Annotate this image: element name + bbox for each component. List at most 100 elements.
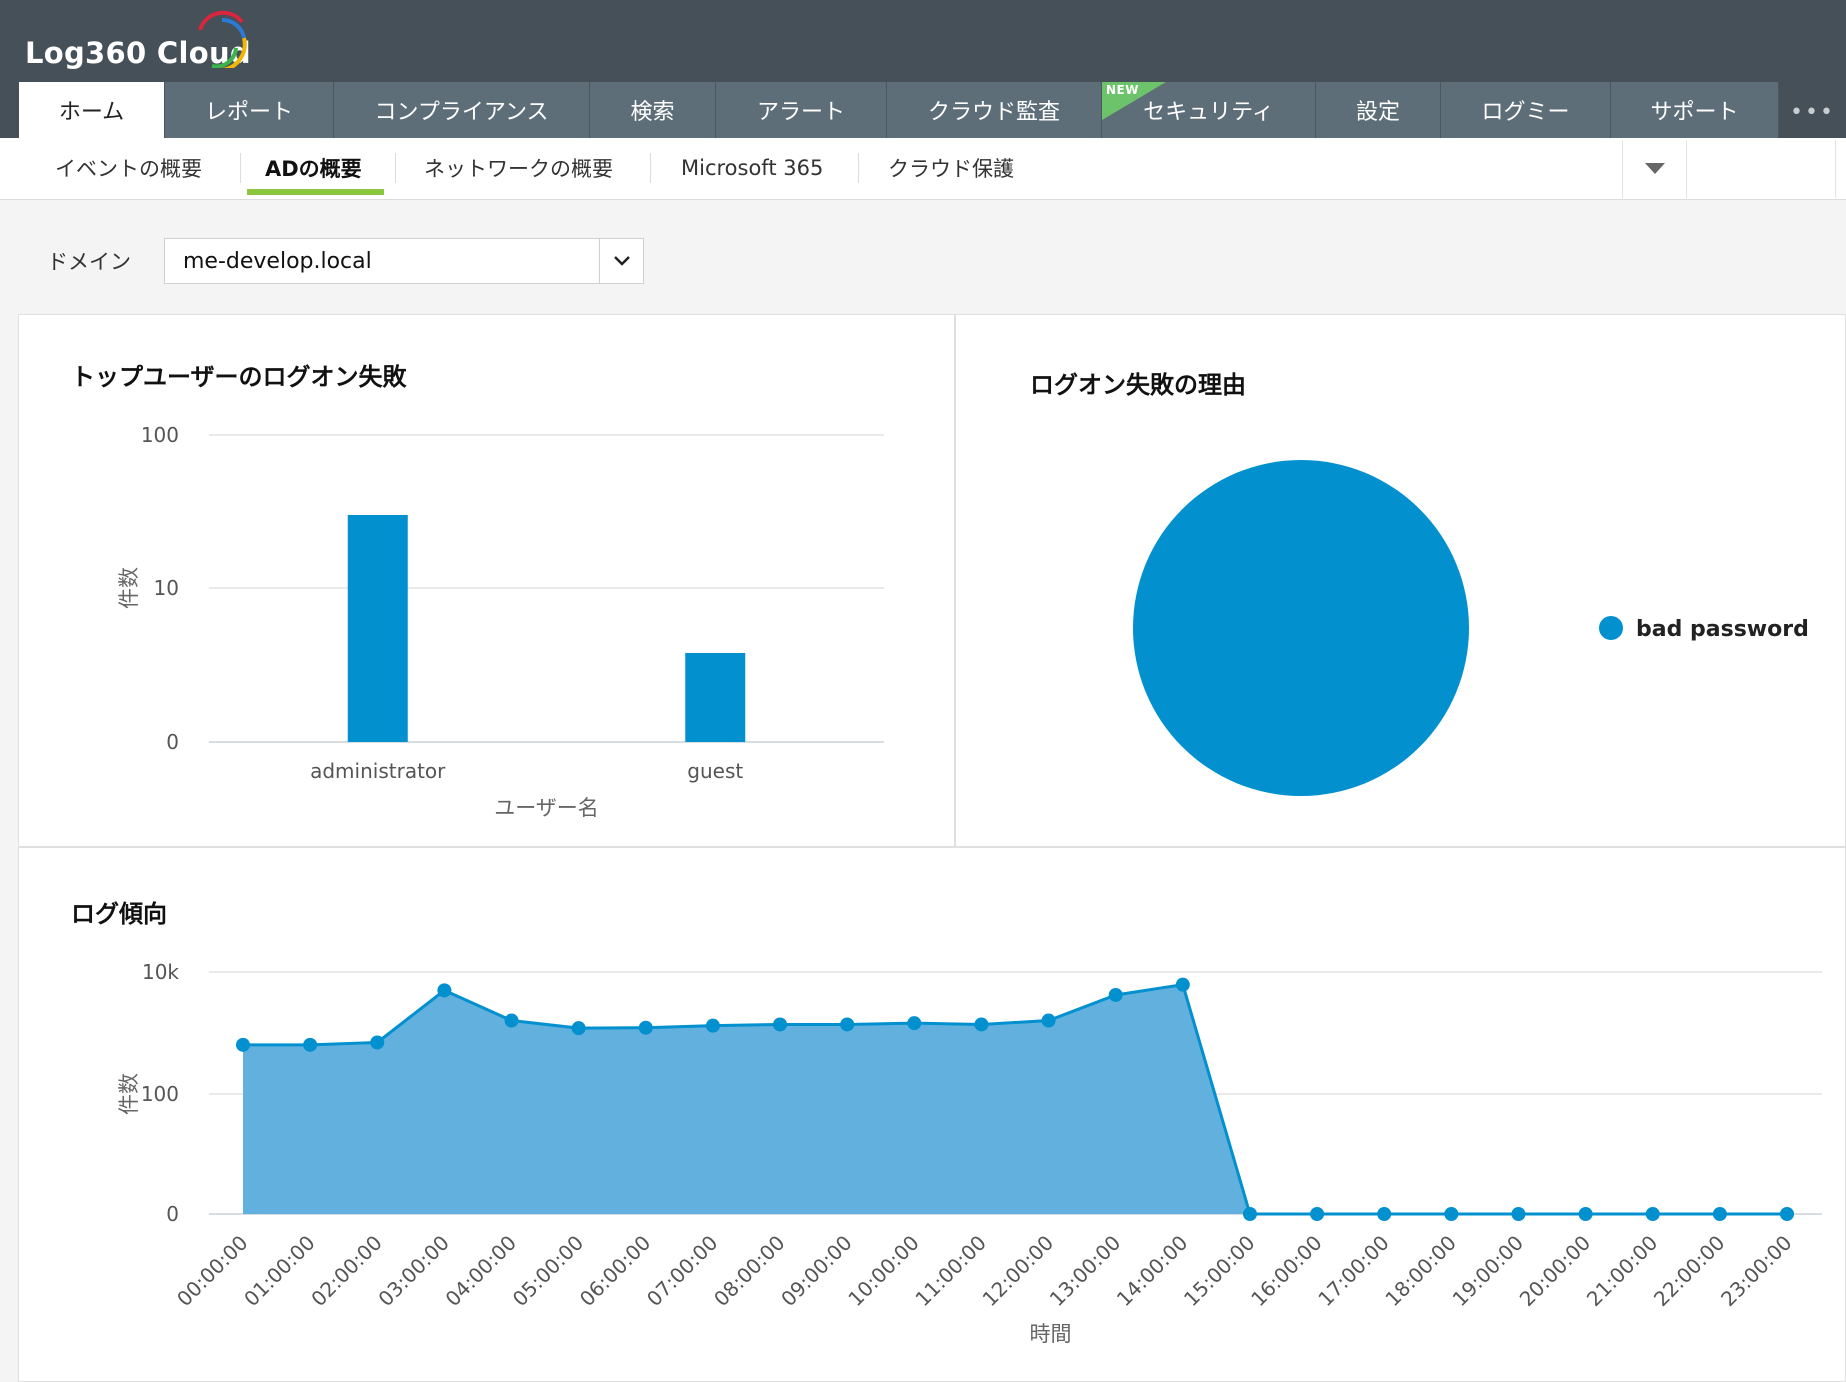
tab-settings[interactable]: 設定	[1316, 82, 1441, 138]
reasons-pie-chart: bad password	[1133, 460, 1809, 796]
subnav-divider	[1835, 140, 1836, 198]
x-tick-label: 20:00:00	[1515, 1231, 1595, 1311]
pie-slice-0[interactable]	[1133, 460, 1469, 796]
tab-label: レポート	[204, 100, 293, 125]
x-tick-label: 05:00:00	[508, 1231, 588, 1311]
data-point-21:00:00[interactable]	[1645, 1207, 1660, 1221]
tab-compliance[interactable]: コンプライアンス	[334, 82, 590, 138]
x-tick-label: 14:00:00	[1112, 1231, 1192, 1311]
data-point-10:00:00[interactable]	[907, 1016, 922, 1031]
bar-administrator[interactable]	[347, 515, 408, 742]
bar-guest[interactable]	[685, 652, 746, 742]
domain-select-arrow[interactable]	[599, 239, 643, 283]
subnav-more-dropdown[interactable]	[1622, 140, 1687, 198]
subtab-label: ネットワークの概要	[424, 157, 613, 181]
tab-label: 設定	[1355, 100, 1400, 125]
x-tick-label: 08:00:00	[709, 1231, 789, 1311]
legend-label[interactable]: bad password	[1636, 617, 1809, 642]
new-badge-label: NEW	[1106, 83, 1139, 97]
data-point-16:00:00[interactable]	[1310, 1207, 1325, 1221]
data-point-12:00:00[interactable]	[1041, 1013, 1056, 1028]
x-axis-title: ユーザー名	[494, 796, 599, 820]
domain-select-value: me-develop.local	[183, 248, 372, 274]
subtab-label: クラウド保護	[888, 157, 1014, 181]
data-point-09:00:00[interactable]	[840, 1017, 855, 1032]
x-tick-label: 17:00:00	[1313, 1231, 1393, 1311]
subtab-microsoft-365[interactable]: Microsoft 365	[681, 138, 823, 198]
data-point-06:00:00[interactable]	[638, 1020, 653, 1035]
y-tick-label: 0	[166, 730, 179, 754]
y-tick-label: 0	[166, 1202, 179, 1226]
data-point-23:00:00[interactable]	[1780, 1207, 1794, 1221]
domain-select[interactable]: me-develop.local	[164, 238, 644, 284]
main-nav-tabs: ホーム レポート コンプライアンス 検索 アラート クラウド監査 NEW セキュ…	[19, 82, 1779, 138]
y-tick-label: 100	[141, 1082, 179, 1106]
tab-label: アラート	[756, 100, 845, 125]
log-trend-panel: ログ傾向 0 100 10k 00:00:00 01:00:00 02:00:00 03:0…	[18, 847, 1846, 1382]
subtab-label: Microsoft 365	[681, 156, 824, 180]
tab-label: コンプライアンス	[374, 100, 549, 125]
data-point-00:00:00[interactable]	[236, 1037, 250, 1052]
data-point-13:00:00[interactable]	[1108, 987, 1123, 1002]
active-subtab-indicator	[247, 189, 384, 195]
tab-search[interactable]: 検索	[590, 82, 716, 138]
x-tick-label: administrator	[310, 759, 446, 783]
y-tick-label: 10k	[142, 960, 179, 984]
data-point-17:00:00[interactable]	[1377, 1207, 1392, 1221]
subtab-cloud-protection[interactable]: クラウド保護	[888, 138, 1014, 198]
data-point-07:00:00[interactable]	[705, 1018, 720, 1033]
y-tick-label: 10	[154, 576, 179, 600]
data-point-02:00:00[interactable]	[370, 1035, 385, 1050]
x-tick-label: 07:00:00	[642, 1231, 722, 1311]
tab-label: クラウド監査	[927, 100, 1060, 125]
data-point-15:00:00[interactable]	[1242, 1207, 1257, 1221]
subtab-event-overview[interactable]: イベントの概要	[55, 138, 202, 198]
tab-logme[interactable]: ログミー	[1441, 82, 1611, 138]
x-tick-label: 23:00:00	[1716, 1231, 1796, 1311]
x-tick-label: 16:00:00	[1246, 1231, 1326, 1311]
subnav-divider	[650, 153, 651, 183]
subtab-label: イベントの概要	[55, 157, 202, 181]
chevron-down-icon	[613, 256, 630, 266]
tab-home[interactable]: ホーム	[19, 82, 165, 138]
tab-reports[interactable]: レポート	[165, 82, 334, 138]
data-point-11:00:00[interactable]	[974, 1017, 989, 1032]
x-tick-label: 10:00:00	[843, 1231, 923, 1311]
x-tick-label: 15:00:00	[1179, 1231, 1259, 1311]
x-tick-label: 03:00:00	[373, 1231, 453, 1311]
x-tick-label: 06:00:00	[575, 1231, 655, 1311]
data-point-20:00:00[interactable]	[1578, 1207, 1593, 1221]
data-point-03:00:00[interactable]	[437, 983, 452, 998]
tab-label: ホーム	[58, 100, 125, 125]
data-point-14:00:00[interactable]	[1175, 977, 1190, 992]
subtab-label: ADの概要	[265, 157, 362, 181]
tab-label: サポート	[1650, 100, 1739, 125]
logo-swoosh-icon	[198, 10, 247, 68]
tab-cloud-audit[interactable]: クラウド監査	[887, 82, 1102, 138]
tab-support[interactable]: サポート	[1611, 82, 1779, 138]
more-options-icon[interactable]: •••	[1790, 100, 1835, 125]
area-fill	[243, 984, 1787, 1214]
x-tick-label: 09:00:00	[776, 1231, 856, 1311]
data-point-22:00:00[interactable]	[1712, 1207, 1727, 1221]
data-point-01:00:00[interactable]	[303, 1037, 318, 1052]
x-tick-label: guest	[687, 759, 743, 783]
x-tick-label: 01:00:00	[239, 1231, 319, 1311]
data-point-18:00:00[interactable]	[1444, 1207, 1459, 1221]
tab-label: 検索	[630, 100, 675, 125]
data-point-08:00:00[interactable]	[773, 1017, 788, 1032]
x-tick-label: 04:00:00	[441, 1231, 521, 1311]
subtab-network-overview[interactable]: ネットワークの概要	[424, 138, 613, 198]
x-tick-label: 22:00:00	[1649, 1231, 1729, 1311]
tab-security[interactable]: NEW セキュリティ	[1102, 82, 1316, 138]
y-axis-title: 件数	[117, 1073, 141, 1115]
data-point-19:00:00[interactable]	[1511, 1207, 1526, 1221]
subnav-divider	[858, 153, 859, 183]
tab-alerts[interactable]: アラート	[716, 82, 887, 138]
legend-swatch	[1599, 616, 1623, 640]
data-point-05:00:00[interactable]	[571, 1021, 586, 1036]
data-point-04:00:00[interactable]	[504, 1013, 519, 1028]
domain-label: ドメイン	[47, 250, 131, 274]
top-users-panel: トップユーザーのログオン失敗 0 10 100 administrator guest ユ…	[18, 314, 955, 847]
x-tick-label: 02:00:00	[306, 1231, 386, 1311]
